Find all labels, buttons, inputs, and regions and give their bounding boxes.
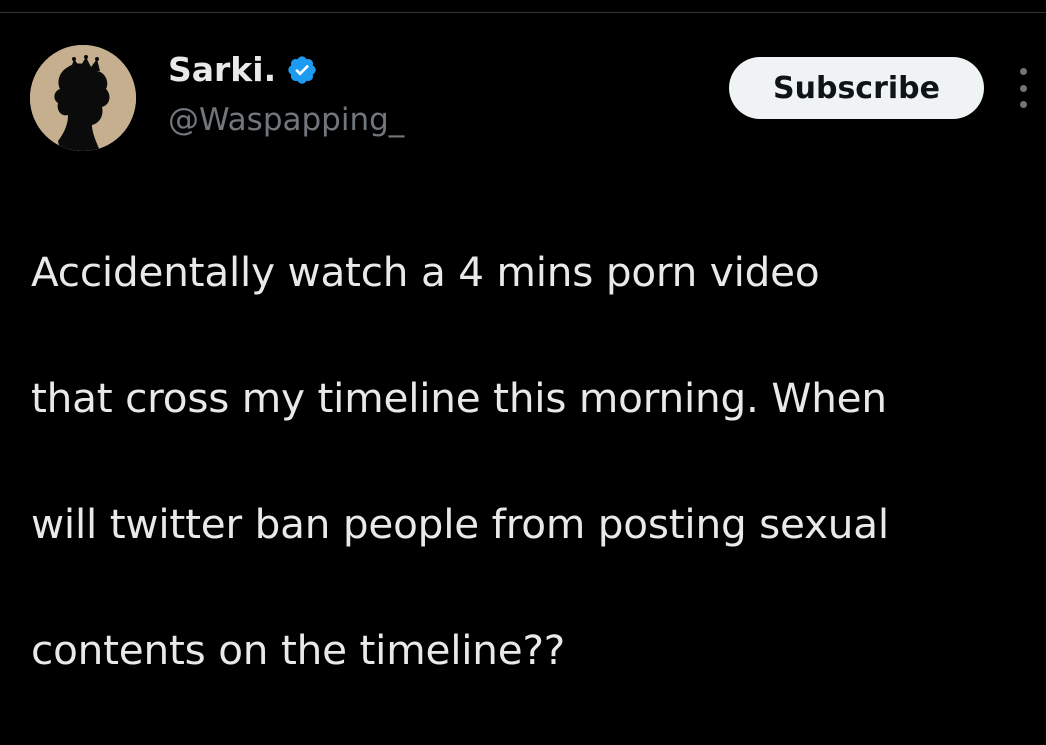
tweet-text-line: that cross my timeline this morning. Whe… — [31, 374, 887, 422]
top-divider — [0, 0, 1046, 13]
tweet-text-line: Accidentally watch a 4 mins porn video — [31, 248, 820, 296]
verified-badge-icon[interactable] — [286, 54, 318, 86]
avatar[interactable] — [30, 45, 136, 151]
tweet-text-line: will twitter ban people from posting sex… — [31, 500, 889, 548]
more-dot — [1019, 101, 1027, 108]
more-dot — [1019, 68, 1027, 75]
author-display-name[interactable]: Sarki. — [168, 50, 276, 90]
author-handle[interactable]: @Waspapping_ — [168, 100, 404, 140]
author-name-row: Sarki. — [168, 50, 318, 90]
subscribe-button[interactable]: Subscribe — [729, 57, 984, 119]
tweet-text: Accidentally watch a 4 mins porn video t… — [31, 178, 1031, 745]
silhouette-avatar-icon — [30, 45, 136, 151]
more-vertical-icon[interactable] — [1010, 68, 1036, 108]
more-dot — [1019, 84, 1027, 92]
tweet-text-line: contents on the timeline?? — [31, 626, 566, 674]
